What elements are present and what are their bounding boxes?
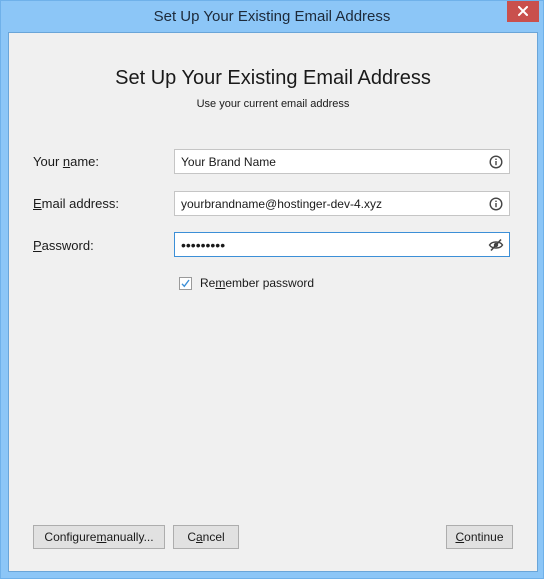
configure-label-accel: m (96, 530, 107, 544)
cancel-label-text: C (187, 530, 196, 544)
continue-label-accel: C (455, 530, 465, 544)
window-title: Set Up Your Existing Email Address (153, 8, 391, 25)
name-input[interactable] (175, 150, 488, 173)
title-bar[interactable]: Set Up Your Existing Email Address (1, 1, 543, 33)
password-field-container (174, 232, 510, 257)
page-title: Set Up Your Existing Email Address (115, 67, 431, 89)
info-icon[interactable] (488, 196, 504, 212)
close-icon (517, 5, 529, 19)
name-label-text: Your (33, 154, 63, 169)
continue-button[interactable]: Continue (446, 525, 513, 549)
dialog-content: Set Up Your Existing Email Address Use y… (8, 32, 538, 572)
email-input[interactable] (175, 192, 488, 215)
remember-password-label: Remember password (200, 276, 314, 290)
name-label-rest: ame: (70, 154, 100, 169)
checkmark-icon (181, 279, 190, 287)
email-field-container (174, 191, 510, 216)
configure-label-text: Configure (44, 530, 97, 544)
remember-label-rest: ember password (225, 276, 315, 290)
info-icon[interactable] (488, 154, 504, 170)
name-label: Your name: (33, 154, 99, 169)
email-label-rest: mail address: (41, 196, 119, 211)
continue-label-rest: ontinue (464, 530, 504, 544)
remember-label-text: Re (200, 276, 216, 290)
page-subtitle: Use your current email address (196, 98, 350, 110)
eye-slash-icon[interactable] (488, 237, 504, 253)
close-button[interactable] (507, 1, 539, 22)
remember-label-accel: m (215, 276, 226, 290)
configure-manually-button[interactable]: Configure m anually... (33, 525, 165, 549)
cancel-label-accel: a (195, 530, 203, 544)
password-input[interactable] (175, 233, 488, 256)
email-label: Email address: (33, 196, 119, 211)
configure-label-rest: anually... (106, 530, 154, 544)
password-label-accel: P (33, 238, 42, 253)
email-label-accel: E (33, 196, 42, 211)
name-field-container (174, 149, 510, 174)
password-label-rest: assword: (41, 238, 94, 253)
password-label: Password: (33, 238, 94, 253)
remember-password-checkbox-row[interactable]: Remember password (179, 276, 314, 290)
cancel-label-rest: ncel (202, 530, 225, 544)
dialog-window: Set Up Your Existing Email Address Set U… (0, 0, 544, 579)
cancel-button[interactable]: Ca ncel (173, 525, 239, 549)
remember-password-checkbox[interactable] (179, 276, 192, 290)
